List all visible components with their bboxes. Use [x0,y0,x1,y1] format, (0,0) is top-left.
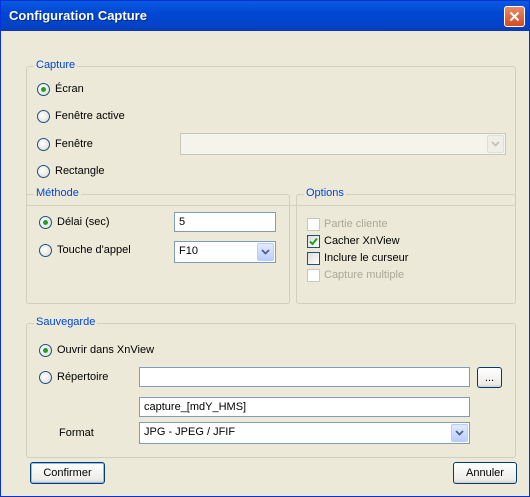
delay-input[interactable]: 5 [174,212,276,232]
checkbox-multiple-capture[interactable]: Capture multiple [307,267,404,283]
title-bar[interactable]: Configuration Capture [1,1,529,31]
method-legend: Méthode [34,187,81,199]
radio-rectangle[interactable]: Rectangle [37,163,105,179]
checkmark-icon [309,237,318,245]
radio-hotkey-indicator[interactable] [39,243,52,257]
radio-delay[interactable]: Délai (sec) [39,214,110,230]
radio-active-window[interactable]: Fenêtre active [37,108,125,124]
radio-rectangle-label: Rectangle [55,165,105,177]
cancel-button[interactable]: Annuler [453,462,517,484]
radio-open-xnview-label: Ouvrir dans XnView [57,344,155,356]
radio-window-label: Fenêtre [55,138,93,150]
radio-screen-label: Écran [55,83,84,95]
radio-active-window-indicator[interactable] [37,109,50,123]
checkbox-hide-xnview-box[interactable] [307,234,320,248]
checkbox-client-area-label: Partie cliente [324,218,388,230]
hotkey-select-arrow[interactable] [257,243,274,261]
radio-hotkey-label: Touche d'appel [57,244,131,256]
directory-input[interactable] [139,367,470,387]
save-legend: Sauvegarde [34,316,98,328]
browse-button[interactable]: ... [477,367,502,388]
confirm-button[interactable]: Confirmer [30,462,105,484]
window-select-arrow[interactable] [487,135,504,153]
hotkey-select[interactable]: F10 [174,241,276,263]
capture-group: Capture Écran Fenêtre active Fenêtre Rec… [26,59,516,206]
capture-legend: Capture [34,59,78,71]
format-select-arrow[interactable] [451,424,468,442]
checkbox-include-cursor-label: Inclure le curseur [324,252,409,264]
chevron-down-icon [455,430,464,436]
radio-window-indicator[interactable] [37,137,50,151]
radio-open-xnview[interactable]: Ouvrir dans XnView [39,342,154,358]
radio-delay-label: Délai (sec) [57,216,110,228]
radio-screen-indicator[interactable] [37,82,50,96]
close-icon [509,11,520,22]
options-group: Options Partie cliente Cacher XnView Inc… [296,187,516,304]
dialog-window: Configuration Capture Capture Écran Fenê… [0,0,530,497]
checkbox-client-area-box[interactable] [307,217,320,231]
radio-hotkey[interactable]: Touche d'appel [39,242,131,258]
filename-input[interactable]: capture_[mdY_HMS] [139,397,470,417]
close-button[interactable] [504,6,525,27]
method-group: Méthode Délai (sec) 5 Touche d'appel F10 [26,187,290,304]
radio-screen[interactable]: Écran [37,81,84,97]
radio-open-xnview-indicator[interactable] [39,343,52,357]
radio-delay-indicator[interactable] [39,215,52,229]
radio-active-window-label: Fenêtre active [55,110,125,122]
checkbox-include-cursor[interactable]: Inclure le curseur [307,250,408,266]
window-title: Configuration Capture [9,8,147,23]
radio-window[interactable]: Fenêtre [37,136,93,152]
checkbox-multiple-capture-box[interactable] [307,268,320,282]
chevron-down-icon [261,249,270,255]
format-label: Format [59,427,94,439]
window-select[interactable] [180,133,506,155]
checkbox-multiple-capture-label: Capture multiple [324,269,405,281]
checkbox-hide-xnview-label: Cacher XnView [324,235,400,247]
radio-directory-label: Répertoire [57,371,109,383]
format-select-value: JPG - JPEG / JFIF [144,426,236,438]
hotkey-select-value: F10 [179,245,198,257]
checkbox-include-cursor-box[interactable] [307,251,320,265]
format-select[interactable]: JPG - JPEG / JFIF [139,422,470,444]
dialog-body: Capture Écran Fenêtre active Fenêtre Rec… [6,31,524,491]
radio-rectangle-indicator[interactable] [37,164,50,178]
options-legend: Options [304,187,346,199]
checkbox-client-area[interactable]: Partie cliente [307,216,388,232]
save-group: Sauvegarde Ouvrir dans XnView Répertoire… [26,316,516,458]
radio-directory-indicator[interactable] [39,370,52,384]
checkbox-hide-xnview[interactable]: Cacher XnView [307,233,400,249]
chevron-down-icon [491,141,500,147]
radio-directory[interactable]: Répertoire [39,369,108,385]
